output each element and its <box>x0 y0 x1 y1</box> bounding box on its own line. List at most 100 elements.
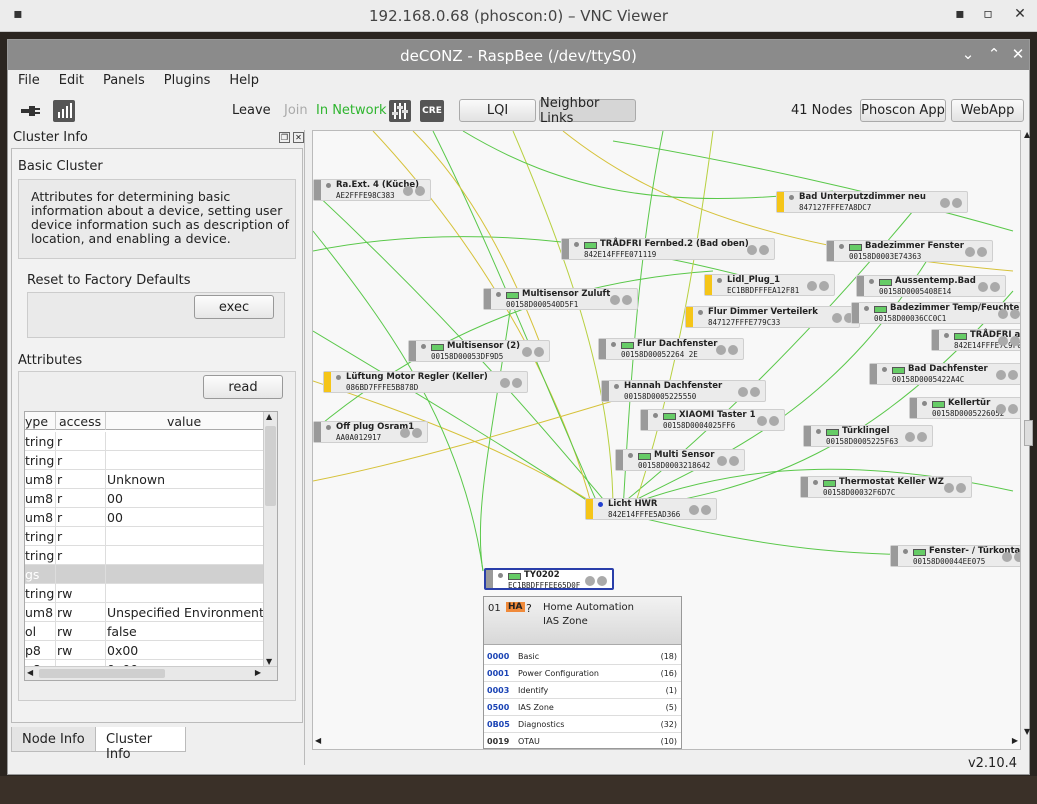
join-button[interactable]: Join <box>284 103 308 118</box>
network-node[interactable]: Licht HWR 842E14FFFE5AD366 <box>585 498 717 520</box>
node-endpoint-icons[interactable] <box>687 504 711 519</box>
network-node[interactable]: Bad Unterputzdimmer neu 847127FFFE7A8DC7 <box>776 191 968 213</box>
exec-button[interactable]: exec <box>194 295 274 319</box>
table-row[interactable]: um8 r Unknown <box>25 470 263 489</box>
network-node[interactable]: TY0202 EC1BBDFFFEE65D0F <box>484 568 614 590</box>
node-endpoint-icons[interactable] <box>736 386 760 401</box>
node-endpoint-icons[interactable] <box>942 482 966 497</box>
cluster-row[interactable]: 0003 Identify (1) <box>484 682 681 699</box>
node-endpoint-icons[interactable] <box>714 344 738 359</box>
network-node[interactable]: Multi Sensor 00158D0003218642 <box>615 449 745 471</box>
node-endpoint-icons[interactable] <box>994 369 1018 384</box>
cre-button[interactable]: CRE <box>420 100 444 122</box>
network-node[interactable]: Badezimmer Temp/Feuchte 00158D00036CC0C1 <box>851 302 1020 324</box>
network-node[interactable]: Fenster- / Türkontakts00158D00044EE075 <box>890 545 1020 567</box>
menu-edit[interactable]: Edit <box>49 70 93 92</box>
network-node[interactable]: Multisensor (2) 00158D00053DF9D5 <box>408 340 550 362</box>
col-type[interactable]: ype <box>25 414 48 429</box>
network-node[interactable]: Flur Dachfenster 00158D00052264 2E <box>598 338 744 360</box>
network-node[interactable]: TRÅDFRI an/842E14FFFE7C9F0 <box>931 329 1020 351</box>
node-endpoint-icons[interactable] <box>903 431 927 446</box>
table-vscrollbar[interactable]: ▲ ▼ <box>263 412 277 680</box>
network-node[interactable]: Lüftung Motor Regler (Keller) 086BD7FFFE5… <box>323 371 528 393</box>
table-row[interactable]: p8 rw 0x00 <box>25 641 263 660</box>
close-icon[interactable]: ✕ <box>1010 6 1030 22</box>
float-icon[interactable]: ❐ <box>279 132 290 143</box>
phoscon-app-button[interactable]: Phoscon App <box>860 99 946 122</box>
node-endpoint-icons[interactable] <box>805 280 829 295</box>
node-endpoint-icons[interactable] <box>996 308 1020 323</box>
table-row[interactable]: tring r <box>25 432 263 451</box>
menu-plugins[interactable]: Plugins <box>154 70 220 92</box>
tab-node-info[interactable]: Node Info <box>11 727 96 752</box>
menu-file[interactable]: File <box>8 70 49 92</box>
node-endpoint-icons[interactable] <box>745 244 769 259</box>
endpoint-popup[interactable]: 01 HA ? Home Automation IAS Zone 0000 Bas… <box>483 596 682 749</box>
cluster-row[interactable]: 0500 IAS Zone (5) <box>484 699 681 716</box>
table-row[interactable]: tring r <box>25 527 263 546</box>
sliders-icon[interactable] <box>389 100 411 122</box>
panel-close-icon[interactable]: ✕ <box>293 132 304 143</box>
network-node[interactable]: Thermostat Keller WZ 00158D00032F6D7C <box>800 476 972 498</box>
attributes-table[interactable]: ype access value tring r tring r um8 r Unknown… <box>24 411 278 681</box>
network-node[interactable]: XIAOMI Taster 1 00158D0004025FF6 <box>640 409 785 431</box>
graph-hscrollbar[interactable]: ◀ ▶ <box>312 736 1021 751</box>
node-endpoint-icons[interactable] <box>994 403 1018 418</box>
node-endpoint-icons[interactable] <box>755 415 779 430</box>
network-node[interactable]: Bad Dachfenster 00158D0005422A4C <box>869 363 1020 385</box>
node-endpoint-icons[interactable] <box>1000 551 1020 566</box>
node-endpoint-icons[interactable] <box>401 185 425 200</box>
node-endpoint-icons[interactable] <box>498 377 522 392</box>
table-row[interactable]: gs <box>25 565 263 584</box>
tab-cluster-info[interactable]: Cluster Info <box>95 727 186 762</box>
table-row[interactable]: ol rw false <box>25 622 263 641</box>
minimize-icon[interactable]: ▪ <box>950 6 970 22</box>
network-node[interactable]: Hannah Dachfenster 00158D0005225550 <box>601 380 766 402</box>
node-endpoint-icons[interactable] <box>963 246 987 261</box>
maximize-icon[interactable]: ▫ <box>978 6 998 22</box>
table-row[interactable]: tring r <box>25 546 263 565</box>
table-hscrollbar[interactable]: ◀ ▶ <box>25 666 277 680</box>
node-endpoint-icons[interactable] <box>520 346 544 361</box>
chevron-up-icon[interactable]: ⌃ <box>984 45 1004 63</box>
network-node[interactable]: Aussentemp.Bad 00158D0005408E14 <box>856 275 1006 297</box>
col-value[interactable]: value <box>167 414 201 429</box>
network-node[interactable]: Kellertür 00158D0005226052 <box>909 397 1020 419</box>
network-node[interactable]: Ra.Ext. 4 (Küche) AE2FFFE98C383 <box>313 179 431 201</box>
lqi-button[interactable]: LQI <box>459 99 536 122</box>
network-node[interactable]: Badezimmer Fenster 00158D0003E74363 <box>826 240 993 262</box>
network-node[interactable]: Off plug Osram1 AA0A012917 <box>313 421 428 443</box>
table-row[interactable]: um8 rw Unspecified Environment <box>25 603 264 622</box>
leave-button[interactable]: Leave <box>232 103 271 118</box>
node-endpoint-icons[interactable] <box>583 575 607 590</box>
table-row[interactable]: tring rw <box>25 584 263 603</box>
menu-help[interactable]: Help <box>219 70 268 92</box>
graph-vscrollbar[interactable]: ▲ ▼ <box>1021 130 1036 736</box>
network-node[interactable]: Multisensor Zuluft 00158D000540D5F1 <box>483 288 638 310</box>
chevron-down-icon[interactable]: ⌄ <box>958 45 978 63</box>
node-endpoint-icons[interactable] <box>976 281 1000 296</box>
read-button[interactable]: read <box>203 375 283 399</box>
plug-icon[interactable] <box>21 105 41 117</box>
cluster-row[interactable]: 0000 Basic (18) <box>484 648 681 665</box>
cluster-row[interactable]: 0001 Power Configuration (16) <box>484 665 681 682</box>
cluster-row[interactable]: 0B05 Diagnostics (32) <box>484 716 681 733</box>
node-endpoint-icons[interactable] <box>996 335 1020 350</box>
neighbor-links-button[interactable]: Neighbor Links <box>539 96 636 126</box>
network-node[interactable]: Türklingel 00158D0005225F63 <box>803 425 933 447</box>
table-row[interactable]: um8 r 00 <box>25 489 263 508</box>
node-endpoint-icons[interactable] <box>715 455 739 470</box>
node-endpoint-icons[interactable] <box>938 197 962 212</box>
network-node[interactable]: Lidl_Plug_1 EC1BBDFFFEA12F81 <box>704 274 835 296</box>
webapp-button[interactable]: WebApp <box>951 99 1024 122</box>
app-close-icon[interactable]: ✕ <box>1008 45 1028 63</box>
network-graph[interactable]: Ra.Ext. 4 (Küche) AE2FFFE98C383 Bad Unterp… <box>312 130 1021 750</box>
menu-panels[interactable]: Panels <box>93 70 154 92</box>
table-row[interactable]: tring r <box>25 451 263 470</box>
network-node[interactable]: TRÅDFRI Fernbed.2 (Bad oben) 842E14FFFE07… <box>561 238 775 260</box>
node-endpoint-icons[interactable] <box>608 294 632 309</box>
network-node[interactable]: Flur Dimmer Verteilerk 847127FFFE779C33 <box>685 306 860 328</box>
node-endpoint-icons[interactable] <box>398 427 422 442</box>
col-access[interactable]: access <box>59 414 101 429</box>
signal-icon[interactable] <box>53 100 75 122</box>
